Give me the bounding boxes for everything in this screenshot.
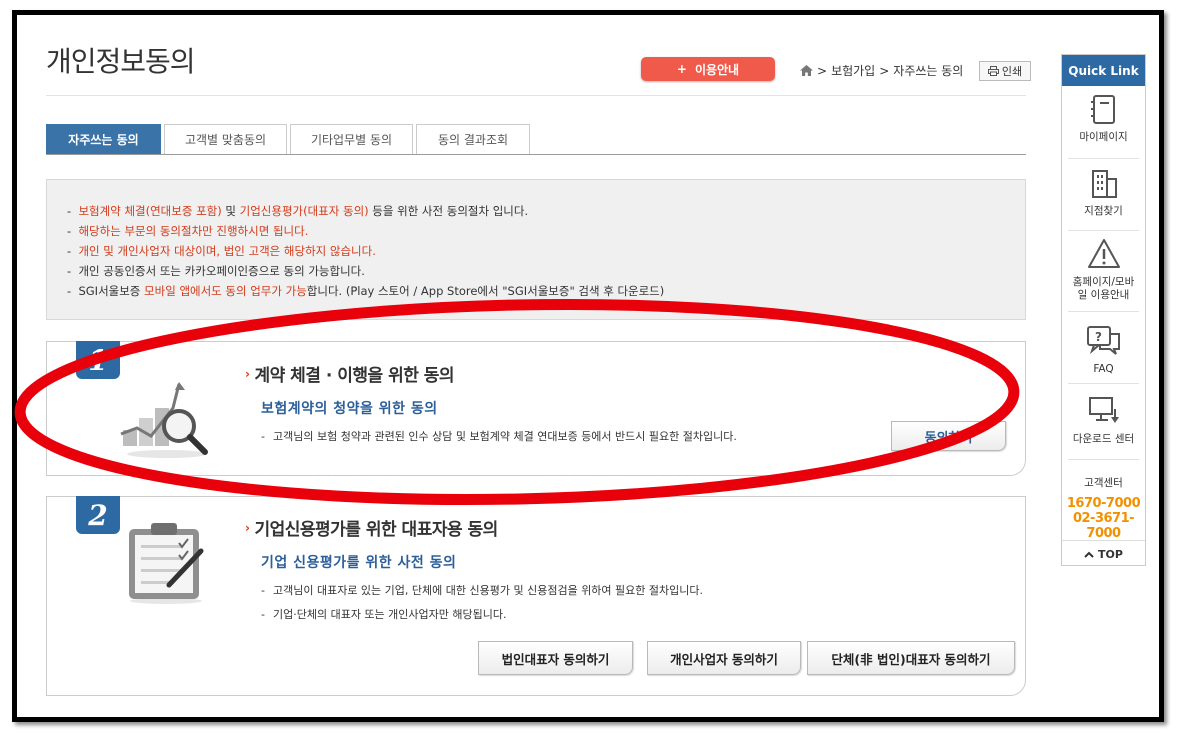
- quick-faq[interactable]: ? FAQ: [1068, 325, 1139, 376]
- faq-bubble-icon: ?: [1086, 326, 1120, 355]
- quick-link-title: Quick Link: [1062, 55, 1145, 86]
- quick-sep: [1068, 311, 1139, 312]
- download-monitor-icon: [1088, 397, 1119, 423]
- tab-custom[interactable]: 고객별 맞춤동의: [164, 124, 287, 154]
- phone-number-2: 02-3671-7000: [1072, 511, 1135, 541]
- quick-link-panel: Quick Link 마이페이지 지점찾기 홈페이지/모바일 이용안내 ? FA…: [1061, 54, 1146, 566]
- tab-underline: [46, 154, 1026, 155]
- phone-number-1: 1670-7000: [1066, 496, 1141, 511]
- customer-center: 고객센터 1670-7000 02-3671-7000: [1062, 475, 1145, 541]
- notice-line-1: - 보험계약 체결(연대보증 포함) 및 기업신용평가(대표자 동의) 등을 위…: [67, 204, 529, 218]
- tab-frequent[interactable]: 자주쓰는 동의: [46, 124, 161, 154]
- card-title: › 기업신용평가를 위한 대표자용 동의: [245, 520, 498, 540]
- top-button[interactable]: TOP: [1062, 540, 1145, 567]
- quick-sep: [1068, 459, 1139, 460]
- corporate-representative-agree-button[interactable]: 법인대표자 동의하기: [478, 641, 633, 675]
- consent-card-2: 2 › 기업신용평가를 위한 대표자용 동의 기업 신용평가를 위한 사전 동의 …: [46, 496, 1026, 696]
- quick-sep: [1068, 158, 1139, 159]
- notice-line-5: - SGI서울보증 모바일 앱에서도 동의 업무가 가능합니다. (Play 스…: [67, 284, 665, 298]
- notice-line-4: - 개인 공동인증서 또는 카카오페이인증으로 동의 가능합니다.: [67, 264, 365, 278]
- chevron-right-icon: ›: [245, 520, 250, 535]
- notice-line-3: - 개인 및 개인사업자 대상이며, 법인 고객은 해당하지 않습니다.: [67, 244, 376, 258]
- card-desc: - 고객님의 보험 청약과 관련된 인수 상담 및 보험계약 체결 연대보증 등에…: [261, 430, 737, 443]
- printer-icon: [987, 66, 999, 76]
- print-button[interactable]: 인쇄: [979, 61, 1031, 81]
- quick-sep: [1068, 383, 1139, 384]
- print-label: 인쇄: [1001, 65, 1023, 78]
- building-icon: [1091, 170, 1117, 198]
- breadcrumb-item-current: 자주쓰는 동의: [893, 64, 964, 78]
- clipboard-pen-icon: [129, 523, 204, 604]
- tab-business[interactable]: 기타업무별 동의: [290, 124, 413, 154]
- breadcrumb: > 보험가입 > 자주쓰는 동의: [800, 62, 963, 79]
- card-subtitle: 기업 신용평가를 위한 사전 동의: [261, 555, 457, 571]
- notebook-icon: [1090, 95, 1115, 124]
- card-subtitle: 보험계약의 청약을 위한 동의: [261, 401, 438, 417]
- card-number-badge: 1: [76, 341, 120, 379]
- quick-branch-finder[interactable]: 지점찾기: [1068, 169, 1139, 218]
- card-desc: - 고객님이 대표자로 있는 기업, 단체에 대한 신용평가 및 신용점검을 위하…: [261, 584, 703, 597]
- chevron-right-icon: ›: [245, 366, 250, 381]
- sole-proprietor-agree-button[interactable]: 개인사업자 동의하기: [647, 641, 801, 675]
- quick-sep: [1068, 230, 1139, 231]
- quick-download-center[interactable]: 다운로드 센터: [1068, 395, 1139, 446]
- svg-text:?: ?: [1095, 330, 1102, 344]
- card-title: › 계약 체결 · 이행을 위한 동의: [245, 366, 455, 386]
- card-desc: - 기업·단체의 대표자 또는 개인사업자만 해당됩니다.: [261, 608, 507, 621]
- page-title: 개인정보동의: [46, 45, 196, 78]
- plus-icon: +: [676, 62, 687, 76]
- breadcrumb-item-insurance[interactable]: 보험가입: [831, 62, 875, 79]
- group-representative-agree-button[interactable]: 단체(非 법인)대표자 동의하기: [807, 641, 1015, 675]
- breadcrumb-sep: >: [879, 63, 890, 78]
- breadcrumb-sep: >: [817, 63, 828, 78]
- agree-button[interactable]: 동의하기: [891, 421, 1006, 451]
- customer-center-label: 고객센터: [1084, 477, 1123, 489]
- guide-button-label: 이용안내: [694, 62, 740, 77]
- card-number-badge: 2: [76, 496, 120, 534]
- tab-results[interactable]: 동의 결과조회: [416, 124, 530, 154]
- quick-mypage[interactable]: 마이페이지: [1068, 95, 1139, 144]
- chart-magnifier-icon: [120, 382, 208, 458]
- tab-bar: 자주쓰는 동의 고객별 맞춤동의 기타업무별 동의 동의 결과조회: [46, 124, 530, 154]
- home-icon[interactable]: [800, 65, 813, 76]
- quick-homepage-guide[interactable]: 홈페이지/모바일 이용안내: [1068, 238, 1139, 302]
- notice-box: - 보험계약 체결(연대보증 포함) 및 기업신용평가(대표자 동의) 등을 위…: [46, 179, 1026, 320]
- consent-card-1: 1 › 계약 체결 · 이행을 위한 동의 보험계약의 청약을 위한 동의 - 고객…: [46, 341, 1026, 476]
- guide-button[interactable]: + 이용안내: [641, 57, 775, 81]
- notice-line-2: - 해당하는 부문의 동의절차만 진행하시면 됩니다.: [67, 224, 309, 238]
- title-divider: [46, 95, 1026, 96]
- chevron-up-icon: [1084, 551, 1094, 558]
- warning-icon: [1087, 239, 1120, 268]
